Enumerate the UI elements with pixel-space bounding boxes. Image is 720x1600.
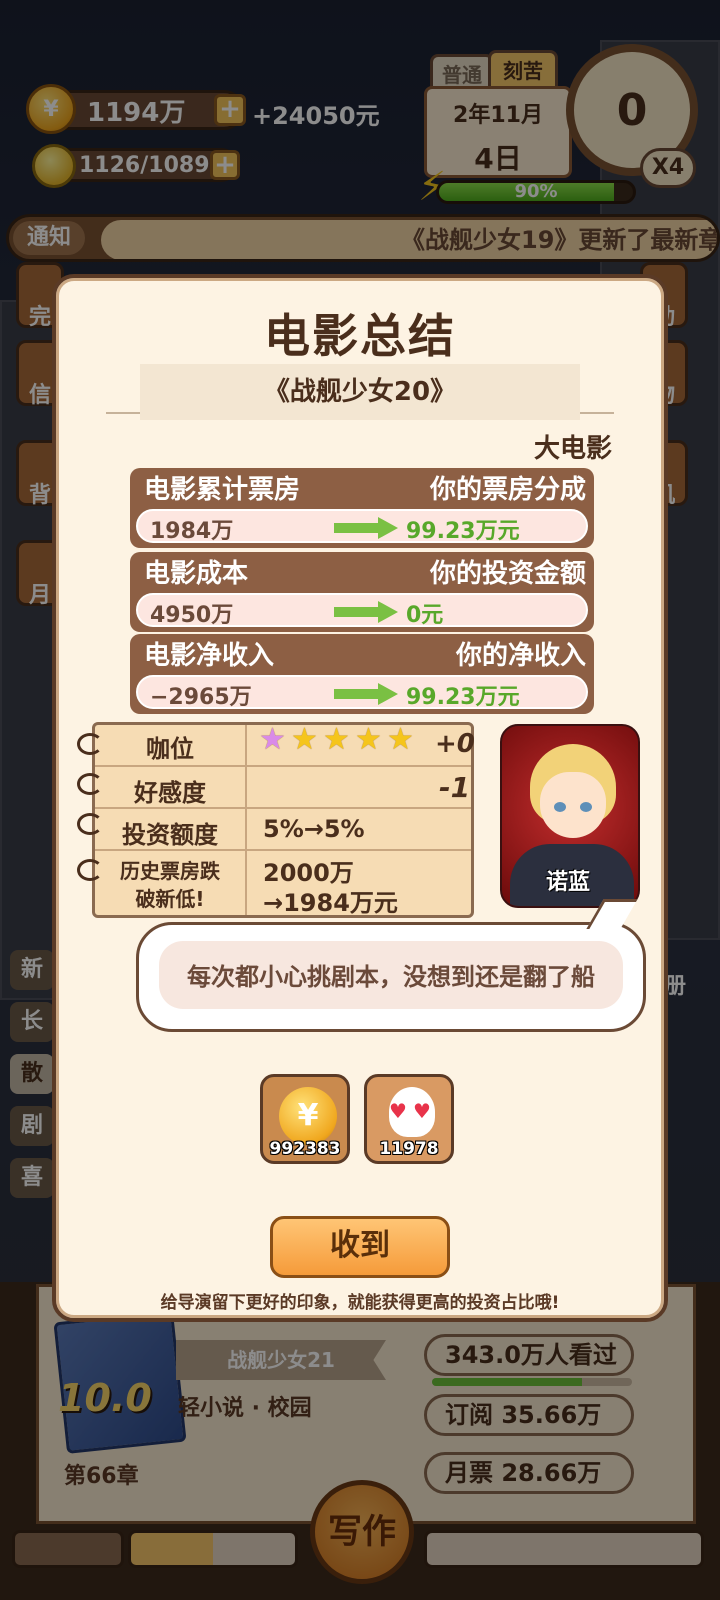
portrait-face: [540, 772, 606, 838]
rank-stars: ★ ★ ★ ★ ★: [259, 725, 417, 755]
finance-box-net: 电影净收入 你的净收入 −2965万 99.23万元: [130, 634, 594, 720]
heart-icon: ♥: [413, 1099, 431, 1123]
rank-label: 咖位: [146, 735, 194, 763]
finance-box-revenue: 电影累计票房 你的票房分成 1984万 99.23万元: [130, 468, 594, 554]
dialog-title: 电影总结: [264, 309, 456, 363]
notebook-row-investment: 投资额度 5%→5%: [95, 807, 471, 849]
reward-value: 11978: [379, 1139, 439, 1159]
finance-values: 1984万 99.23万元: [136, 509, 588, 544]
notebook-row-rank: 咖位 ★ ★ ★ ★ ★ +0: [95, 725, 475, 765]
finance-values: −2965万 99.23万元: [136, 675, 588, 710]
finance-right-value: 99.23万元: [406, 685, 520, 710]
record-value-2: →1984万元: [263, 889, 398, 917]
finance-box-cost: 电影成本 你的投资金额 4950万 0元: [130, 552, 594, 638]
star-icon: ★: [291, 722, 318, 757]
finance-row: −2965万 99.23万元: [130, 672, 594, 714]
heart-icon: ♥: [389, 1099, 407, 1123]
character-name: 诺蓝: [546, 870, 591, 895]
character-portrait: 诺蓝: [500, 724, 640, 908]
investment-value: 5%→5%: [263, 815, 365, 843]
affection-change: -1: [439, 771, 471, 804]
hint-text: 给导演留下更好的印象，就能获得更高的投资占比哦!: [160, 1293, 560, 1313]
affection-label: 好感度: [134, 779, 206, 807]
confirm-button[interactable]: 收到: [270, 1216, 450, 1278]
movie-summary-dialog: 电影总结 《战舰少女20》 大电影 电影累计票房 你的票房分成 1984万 99.…: [52, 274, 668, 1322]
director-notebook: 咖位 ★ ★ ★ ★ ★ +0 好感度 -1 投资额度 5%→5% 历史票房跌 破新低!…: [77, 722, 475, 919]
speech-text: 每次都小心挑剧本，没想到还是翻了船: [159, 941, 623, 1009]
reward-value: 992383: [269, 1139, 341, 1159]
investment-label: 投资额度: [122, 821, 218, 849]
movie-name: 《战舰少女20》: [140, 364, 580, 420]
record-label-1: 历史票房跌: [120, 859, 220, 883]
notebook-row-affection: 好感度 -1: [95, 765, 471, 807]
rank-change: +0: [435, 729, 475, 759]
finance-values: 4950万 0元: [136, 593, 588, 628]
star-icon: ★: [355, 722, 382, 757]
movie-category: 大电影: [533, 434, 612, 464]
star-icon: ★: [259, 722, 286, 757]
reward-coin[interactable]: ¥ 992383: [260, 1074, 350, 1164]
arrow-right-icon: [334, 517, 398, 539]
finance-row: 1984万 99.23万元: [130, 506, 594, 548]
finance-left-value: −2965万: [150, 685, 252, 710]
finance-right-value: 99.23万元: [406, 519, 520, 544]
coin-icon: ¥: [279, 1087, 337, 1145]
notebook-row-record: 历史票房跌 破新低! 2000万 →1984万元: [95, 849, 471, 919]
record-label-2: 破新低!: [135, 887, 205, 911]
portrait-eye: [580, 802, 592, 812]
star-icon: ★: [323, 722, 350, 757]
finance-left-value: 1984万: [150, 519, 234, 544]
arrow-right-icon: [334, 683, 398, 705]
portrait-eye: [554, 802, 566, 812]
star-icon: ★: [387, 722, 414, 757]
finance-row: 4950万 0元: [130, 590, 594, 632]
finance-left-value: 4950万: [150, 603, 234, 628]
speech-bubble: 每次都小心挑剧本，没想到还是翻了船: [136, 899, 646, 1032]
reward-fans[interactable]: ♥ ♥ 11978: [364, 1074, 454, 1164]
arrow-right-icon: [334, 601, 398, 623]
finance-right-value: 0元: [406, 603, 444, 628]
